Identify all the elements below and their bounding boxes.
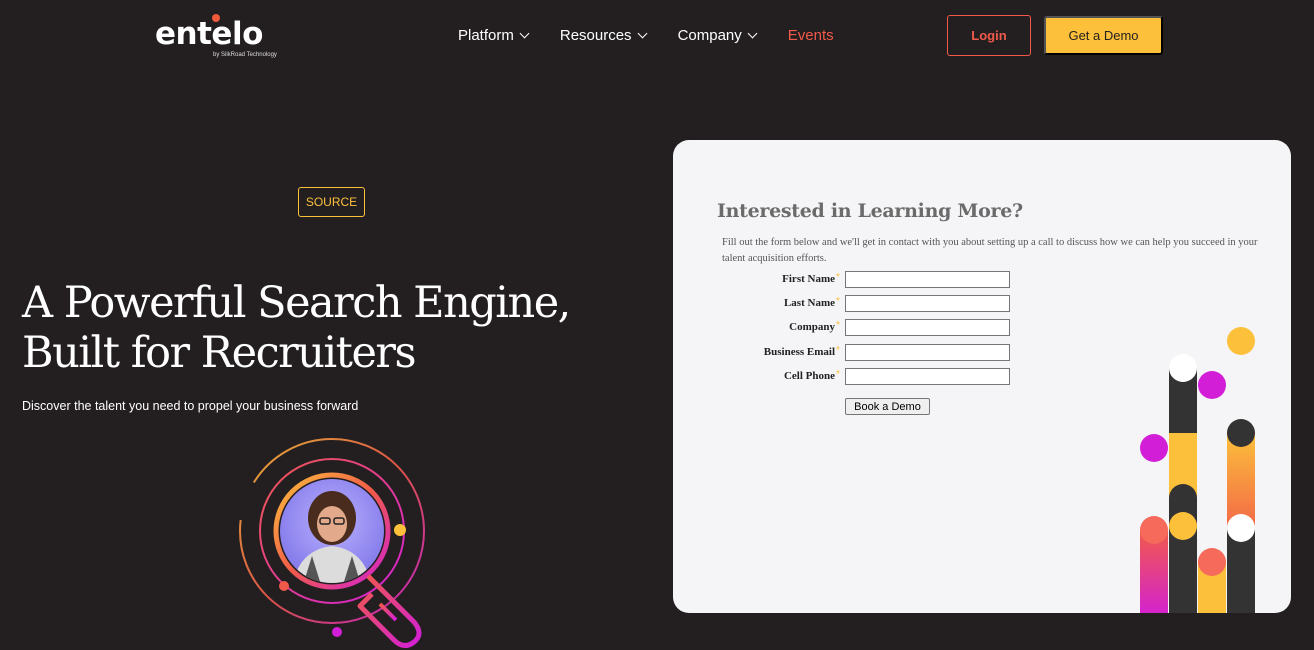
first-name-row: First Name * xyxy=(673,271,1073,289)
decorative-bars-illustration xyxy=(1140,327,1255,613)
form-intro: Fill out the form below and we'll get in… xyxy=(722,237,1258,264)
company-label: Company xyxy=(789,321,835,333)
form-title: Interested in Learning More? xyxy=(717,200,1023,222)
nav-item-label: Company xyxy=(677,26,742,44)
entelo-logo[interactable]: entelo by SilkRoad Technology xyxy=(155,14,295,62)
required-mark: * xyxy=(836,296,840,307)
magnifier-illustration xyxy=(239,438,425,648)
chevron-down-icon xyxy=(637,28,648,38)
login-button[interactable]: Login xyxy=(947,15,1031,56)
nav-item-label: Platform xyxy=(458,26,514,44)
nav-item-label: Events xyxy=(787,26,834,44)
company-input[interactable] xyxy=(845,319,1010,336)
required-mark: * xyxy=(836,369,840,380)
demo-request-card: Interested in Learning More? Fill out th… xyxy=(673,140,1291,613)
first-name-label: First Name xyxy=(782,273,835,285)
last-name-label: Last Name xyxy=(783,297,835,309)
required-mark: * xyxy=(836,272,840,283)
logo-wordmark: entelo xyxy=(155,16,263,52)
first-name-input[interactable] xyxy=(845,271,1010,288)
book-demo-button[interactable]: Book a Demo xyxy=(845,398,930,415)
last-name-row: Last Name * xyxy=(673,295,1073,313)
chevron-down-icon xyxy=(519,28,530,38)
nav-item-resources[interactable]: Resources xyxy=(559,24,648,46)
required-mark: * xyxy=(836,320,840,331)
cell-phone-input[interactable] xyxy=(845,368,1010,385)
nav-item-company[interactable]: Company xyxy=(677,24,758,46)
hero-subtitle: Discover the talent you need to propel y… xyxy=(22,399,359,413)
hero-title: A Powerful Search Engine, Built for Recr… xyxy=(22,278,571,378)
nav-item-label: Resources xyxy=(559,26,632,44)
get-demo-button[interactable]: Get a Demo xyxy=(1044,16,1163,55)
business-email-label: Business Email xyxy=(763,346,835,358)
last-name-input[interactable] xyxy=(845,295,1010,312)
business-email-input[interactable] xyxy=(845,344,1010,361)
logo-tagline: by SilkRoad Technology xyxy=(213,52,277,58)
business-email-row: Business Email * xyxy=(673,344,1073,362)
main-nav: Platform Resources Company Events xyxy=(458,24,866,46)
nav-item-platform[interactable]: Platform xyxy=(458,24,530,46)
cell-phone-label: Cell Phone xyxy=(783,370,835,382)
company-row: Company * xyxy=(673,319,1073,337)
cell-phone-row: Cell Phone * xyxy=(673,368,1073,386)
logo-dot-icon xyxy=(212,14,220,22)
category-badge: SOURCE xyxy=(298,187,365,217)
chevron-down-icon xyxy=(747,28,758,38)
required-mark: * xyxy=(836,345,840,356)
nav-item-events[interactable]: Events xyxy=(788,24,834,46)
